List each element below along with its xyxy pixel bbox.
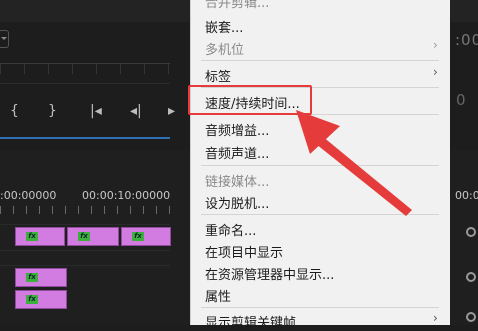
menu-item-label[interactable]: 标签 <box>205 66 231 85</box>
play-icon[interactable]: ▸ <box>168 103 175 119</box>
scroll-handle-icon[interactable] <box>466 227 476 237</box>
track-divider <box>0 250 170 251</box>
timeline-timecode: 00:00 <box>455 189 478 202</box>
chevron-right-icon: › <box>433 65 438 79</box>
chevron-right-icon: › <box>433 38 438 52</box>
fx-badge-icon: fx <box>132 232 144 241</box>
timeline-timecode: :00:00000 <box>0 189 57 202</box>
menu-item-reveal-in-explorer[interactable]: 在资源管理器中显示... <box>205 264 334 283</box>
scroll-handle-icon[interactable] <box>466 312 476 322</box>
timecode-display-fragment-2: 0 <box>456 91 466 109</box>
scroll-handle-icon[interactable] <box>466 272 476 282</box>
timeline-ruler-ticks <box>0 206 175 214</box>
playhead-bar <box>0 137 170 139</box>
video-clip[interactable]: fx <box>121 227 171 246</box>
timeline-timecode: 00:00:10:00000 <box>82 189 171 202</box>
menu-item-link-media[interactable]: 链接媒体... <box>205 171 269 190</box>
fx-badge-icon: fx <box>26 295 38 304</box>
annotation-arrow-icon <box>296 110 412 216</box>
video-clip[interactable]: fx <box>67 227 119 246</box>
menu-item-show-keyframes[interactable]: 显示剪辑关键帧 <box>205 312 296 331</box>
track-divider <box>0 224 170 225</box>
menu-item-merge-clips[interactable]: 合并剪辑... <box>205 0 269 11</box>
video-clip[interactable]: fx <box>15 227 65 246</box>
mark-in-icon[interactable]: { <box>10 103 19 119</box>
audio-clip[interactable]: fx <box>15 290 67 309</box>
monitor-ruler-ticks <box>0 64 170 74</box>
fx-badge-icon: fx <box>26 273 38 282</box>
go-to-in-icon[interactable]: |◂ <box>90 103 102 119</box>
timecode-display-fragment: :00 <box>455 31 478 49</box>
fx-badge-icon: fx <box>26 232 38 241</box>
menu-divider <box>201 60 439 61</box>
mark-out-icon[interactable]: } <box>48 103 57 119</box>
step-back-icon[interactable]: ◂| <box>130 103 142 119</box>
menu-item-audio-channels[interactable]: 音频声道... <box>205 143 269 162</box>
menu-item-rename[interactable]: 重命名... <box>205 220 256 239</box>
menu-item-reveal-in-project[interactable]: 在项目中显示 <box>205 242 283 261</box>
menu-item-multicam[interactable]: 多机位 <box>205 39 244 58</box>
separator <box>0 83 170 84</box>
chevron-right-icon: › <box>433 311 438 325</box>
menu-item-make-offline[interactable]: 设为脱机... <box>205 193 269 212</box>
menu-item-nest[interactable]: 嵌套... <box>205 17 243 36</box>
menu-item-properties[interactable]: 属性 <box>205 286 231 305</box>
audio-clip[interactable]: fx <box>15 268 67 287</box>
fx-badge-icon: fx <box>78 232 90 241</box>
dropdown-icon[interactable] <box>0 30 9 48</box>
track-divider <box>0 265 170 266</box>
menu-divider <box>201 307 439 308</box>
menu-item-audio-gain[interactable]: 音频增益... <box>205 120 269 139</box>
